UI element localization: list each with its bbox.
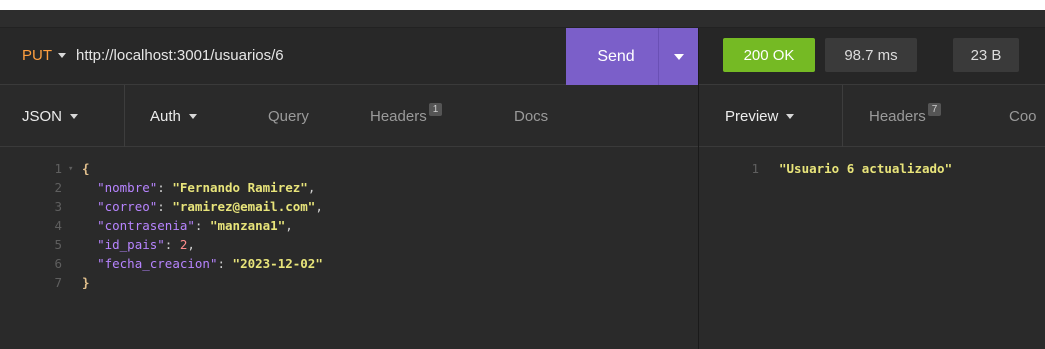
- code-line: 6 "fecha_creacion": "2023-12-02": [0, 255, 323, 273]
- url-input[interactable]: http://localhost:3001/usuarios/6: [76, 47, 284, 64]
- code-token: :: [217, 256, 233, 271]
- code-token: "fecha_creacion": [97, 256, 218, 271]
- code-text: }: [82, 274, 90, 292]
- code-text: "correo": "ramirez@email.com",: [82, 198, 323, 216]
- response-time-badge: 98.7 ms: [825, 38, 917, 72]
- method-selector[interactable]: PUT http://localhost:3001/usuarios/6: [22, 47, 284, 64]
- tab-json-label: JSON: [22, 107, 63, 125]
- gutter-spacer: [68, 236, 82, 254]
- code-token: :: [157, 199, 173, 214]
- code-line: 5 "id_pais": 2,: [0, 236, 195, 254]
- code-token: {: [82, 161, 90, 176]
- tab-divider: [842, 85, 843, 147]
- tab-preview-label: Preview: [725, 107, 779, 125]
- tab-query-label: Query: [268, 107, 309, 125]
- send-button[interactable]: Send: [566, 48, 658, 66]
- tab-cookies-label: Coo: [1009, 107, 1037, 125]
- tab-response-headers-label: Headers: [869, 107, 926, 125]
- code-token: "correo": [97, 199, 158, 214]
- line-number: 2: [54, 180, 62, 195]
- code-token: "id_pais": [97, 237, 165, 252]
- chevron-down-icon: [188, 113, 197, 119]
- gutter-spacer: [68, 198, 82, 216]
- code-token: "2023-12-02": [232, 256, 323, 271]
- gutter-spacer: [68, 255, 82, 273]
- json-body-editor[interactable]: 1 ▾{2 "nombre": "Fernando Ramirez", 3 "cor…: [0, 148, 698, 349]
- code-line: 2 "nombre": "Fernando Ramirez",: [0, 179, 315, 197]
- send-button-group: Send: [566, 28, 698, 85]
- status-badge: 200 OK: [723, 38, 815, 72]
- code-token: "Fernando Ramirez": [172, 180, 308, 195]
- headers-count-badge: 1: [428, 102, 443, 116]
- code-text: "id_pais": 2,: [82, 236, 195, 254]
- preview-line: 1 "Usuario 6 actualizado": [699, 160, 952, 178]
- method-label: PUT: [22, 47, 52, 64]
- code-token: ,: [285, 218, 293, 233]
- tab-headers[interactable]: Headers 1: [370, 85, 443, 147]
- line-number: 1: [751, 161, 759, 176]
- tab-docs-label: Docs: [514, 107, 549, 125]
- gutter-spacer: [68, 179, 82, 197]
- tab-divider: [124, 85, 125, 147]
- gutter-spacer: [68, 217, 82, 235]
- code-text: "contrasenia": "manzana1",: [82, 217, 293, 235]
- request-pane: PUT http://localhost:3001/usuarios/6 Sen…: [0, 28, 698, 349]
- code-token: :: [157, 180, 173, 195]
- code-token: :: [164, 237, 180, 252]
- request-tabs: JSON Auth Query Headers 1 Docs: [0, 85, 698, 147]
- tab-json[interactable]: JSON: [22, 85, 79, 147]
- chevron-down-icon: [673, 53, 684, 60]
- response-size-badge: 23 B: [953, 38, 1019, 72]
- response-headers-count-badge: 7: [927, 102, 942, 116]
- tab-docs[interactable]: Docs: [514, 85, 548, 147]
- preview-text: "Usuario 6 actualizado": [779, 161, 953, 176]
- chevron-down-icon: [786, 113, 795, 119]
- send-options-dropdown[interactable]: [658, 28, 698, 85]
- code-line: 7}: [0, 274, 90, 292]
- code-token: "manzana1": [209, 218, 286, 233]
- chevron-down-icon: [70, 113, 79, 119]
- window-top-border: [0, 10, 1045, 28]
- line-number: 4: [54, 218, 62, 233]
- code-line: 3 "correo": "ramirez@email.com",: [0, 198, 323, 216]
- code-token: ,: [307, 180, 316, 195]
- response-preview: 1 "Usuario 6 actualizado": [699, 148, 1045, 349]
- response-status-bar: 200 OK 98.7 ms 23 B: [699, 28, 1045, 85]
- code-text: "fecha_creacion": "2023-12-02": [82, 255, 323, 273]
- code-token: "ramirez@email.com": [172, 199, 316, 214]
- tab-headers-label: Headers: [370, 107, 427, 125]
- top-strip: [0, 0, 1045, 10]
- line-number: 6: [54, 256, 62, 271]
- line-number: 7: [54, 275, 62, 290]
- code-token: "nombre": [97, 180, 158, 195]
- line-number: 3: [54, 199, 62, 214]
- tab-response-headers[interactable]: Headers 7: [869, 85, 942, 147]
- code-token: "contrasenia": [97, 218, 195, 233]
- line-number: 5: [54, 237, 62, 252]
- code-text: "nombre": "Fernando Ramirez",: [82, 179, 315, 197]
- code-token: :: [194, 218, 210, 233]
- fold-toggle-icon[interactable]: ▾: [68, 160, 82, 178]
- gutter-spacer: [68, 274, 82, 292]
- response-pane: 200 OK 98.7 ms 23 B Preview Headers 7 Co…: [699, 28, 1045, 349]
- url-bar: PUT http://localhost:3001/usuarios/6 Sen…: [0, 28, 698, 85]
- chevron-down-icon: [58, 53, 66, 58]
- code-text: {: [82, 160, 90, 178]
- code-line: 1 ▾{: [0, 160, 90, 178]
- code-line: 4 "contrasenia": "manzana1",: [0, 217, 293, 235]
- code-token: ,: [315, 199, 323, 214]
- tab-cookies[interactable]: Coo: [1009, 85, 1037, 147]
- tab-preview[interactable]: Preview: [725, 85, 795, 147]
- code-token: }: [82, 275, 90, 290]
- tab-auth-label: Auth: [150, 107, 181, 125]
- response-tabs: Preview Headers 7 Coo: [699, 85, 1045, 147]
- line-number: 1: [54, 161, 62, 176]
- tab-query[interactable]: Query: [268, 85, 309, 147]
- tab-auth[interactable]: Auth: [150, 85, 197, 147]
- code-token: ,: [187, 237, 195, 252]
